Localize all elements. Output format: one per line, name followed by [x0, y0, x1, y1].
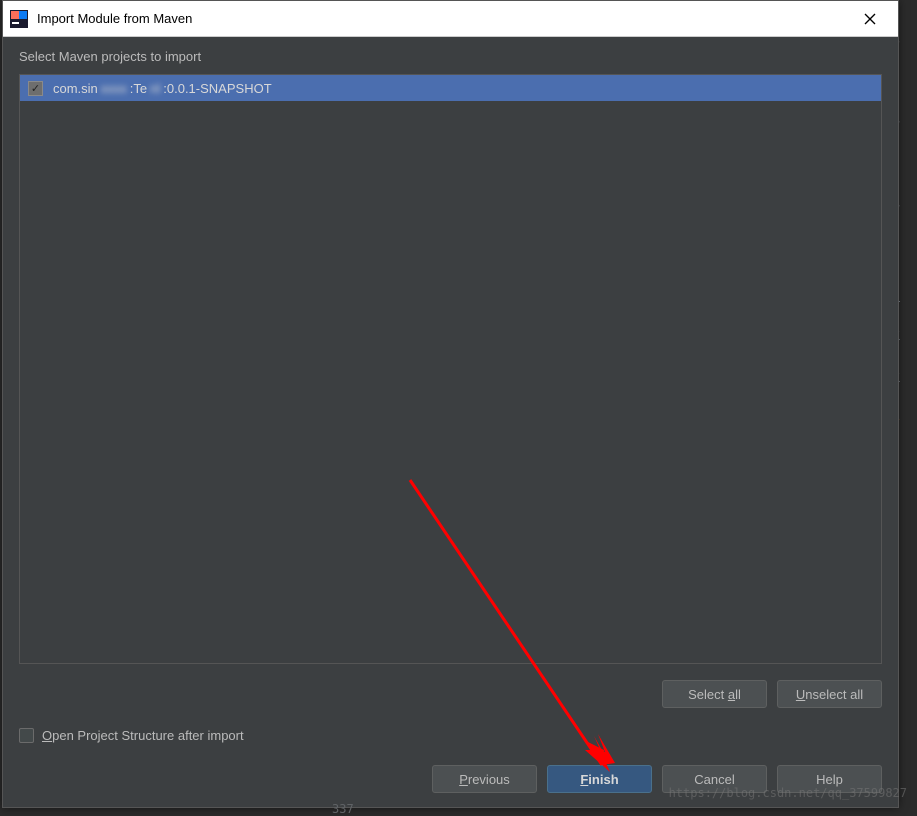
selection-buttons: Select all Unselect all: [19, 680, 882, 708]
previous-button[interactable]: Previous: [432, 765, 537, 793]
window-title: Import Module from Maven: [37, 11, 848, 26]
cancel-button[interactable]: Cancel: [662, 765, 767, 793]
select-all-button[interactable]: Select all: [662, 680, 767, 708]
finish-button[interactable]: Finish: [547, 765, 652, 793]
close-button[interactable]: [848, 1, 892, 37]
unselect-all-button[interactable]: Unselect all: [777, 680, 882, 708]
line-number: 337: [332, 802, 354, 816]
help-button[interactable]: Help: [777, 765, 882, 793]
dialog-buttons: Previous Finish Cancel Help: [19, 765, 882, 793]
open-structure-checkbox[interactable]: [19, 728, 34, 743]
open-structure-label[interactable]: Open Project Structure after import: [42, 728, 244, 743]
dialog-body: Select Maven projects to import ✓ com.si…: [3, 37, 898, 807]
prompt-label: Select Maven projects to import: [19, 49, 882, 64]
project-list-item[interactable]: ✓ com.sinxxxx:Tenl:0.0.1-SNAPSHOT: [20, 75, 881, 101]
options-row: Open Project Structure after import: [19, 728, 882, 743]
import-maven-dialog: Import Module from Maven Select Maven pr…: [2, 0, 899, 808]
project-list[interactable]: ✓ com.sinxxxx:Tenl:0.0.1-SNAPSHOT: [19, 74, 882, 664]
project-checkbox[interactable]: ✓: [28, 81, 43, 96]
titlebar: Import Module from Maven: [3, 1, 898, 37]
project-label: com.sinxxxx:Tenl:0.0.1-SNAPSHOT: [53, 81, 272, 96]
intellij-icon: [9, 9, 29, 29]
